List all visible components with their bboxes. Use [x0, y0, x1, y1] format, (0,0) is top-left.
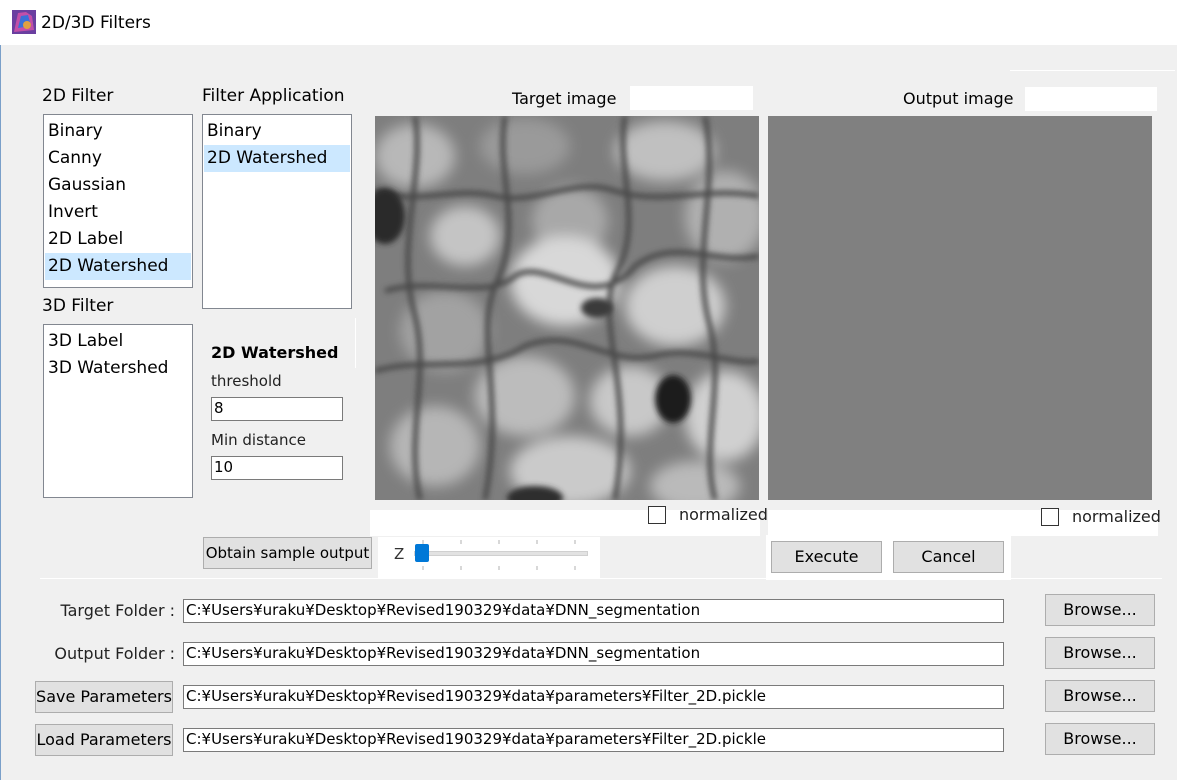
z-slider-thumb[interactable] [415, 544, 429, 562]
z-slider[interactable] [414, 540, 590, 574]
filter-application-label: Filter Application [202, 86, 345, 106]
list-item-selected[interactable]: 2D Watershed [45, 253, 191, 280]
list-item[interactable]: Binary [45, 118, 191, 145]
output-image [768, 116, 1152, 500]
target-normalized-checkbox[interactable] [648, 506, 666, 524]
app-icon [12, 10, 36, 34]
target-folder-label: Target Folder : [60, 601, 175, 620]
save-parameters-button[interactable]: Save Parameters [35, 681, 173, 713]
output-folder-label: Output Folder : [54, 644, 175, 663]
filter-3d-list[interactable]: 3D Label 3D Watershed [43, 324, 193, 498]
target-normalized-label: normalized [679, 505, 768, 524]
z-slider-ticks [422, 540, 576, 570]
obtain-sample-output-button[interactable]: Obtain sample output [203, 537, 372, 569]
output-folder-browse-button[interactable]: Browse... [1045, 637, 1155, 669]
target-image-canvas [375, 116, 759, 500]
output-image-label: Output image [903, 89, 1014, 108]
list-item[interactable]: Invert [45, 199, 191, 226]
section-separator [40, 578, 1162, 579]
filter-3d-label: 3D Filter [42, 296, 114, 316]
target-folder-browse-button[interactable]: Browse... [1045, 594, 1155, 626]
load-parameters-input[interactable]: C:¥Users¥uraku¥Desktop¥Revised190329¥dat… [183, 728, 1004, 752]
list-item[interactable]: 2D Label [45, 226, 191, 253]
list-item[interactable]: 3D Watershed [45, 355, 191, 382]
filter-2d-list[interactable]: Binary Canny Gaussian Invert 2D Label 2D… [43, 114, 193, 288]
title-bar [0, 0, 1177, 45]
list-item[interactable]: Gaussian [45, 172, 191, 199]
list-item-selected[interactable]: 2D Watershed [204, 145, 350, 172]
list-item[interactable]: 3D Label [45, 328, 191, 355]
load-parameters-button[interactable]: Load Parameters [35, 724, 173, 756]
save-parameters-browse-button[interactable]: Browse... [1045, 680, 1155, 712]
output-normalized-checkbox[interactable] [1041, 508, 1059, 526]
threshold-label: threshold [211, 372, 282, 390]
window-border [0, 45, 1, 780]
target-folder-input[interactable]: C:¥Users¥uraku¥Desktop¥Revised190329¥dat… [183, 599, 1004, 623]
params-divider [355, 318, 356, 368]
target-image [375, 116, 759, 500]
target-image-label: Target image [512, 89, 617, 108]
load-parameters-browse-button[interactable]: Browse... [1045, 723, 1155, 755]
target-image-name-box [630, 86, 753, 110]
title-separator [1010, 70, 1175, 71]
execute-button[interactable]: Execute [771, 541, 882, 573]
list-item[interactable]: Binary [204, 118, 350, 145]
list-item[interactable]: Canny [45, 145, 191, 172]
z-slider-label: Z [394, 545, 405, 563]
filter-application-list[interactable]: Binary 2D Watershed [202, 114, 352, 309]
params-title: 2D Watershed [211, 343, 339, 362]
min-distance-input[interactable]: 10 [211, 456, 343, 480]
cancel-button[interactable]: Cancel [893, 541, 1004, 573]
min-distance-label: Min distance [211, 431, 306, 449]
window-title: 2D/3D Filters [41, 13, 151, 33]
save-parameters-input[interactable]: C:¥Users¥uraku¥Desktop¥Revised190329¥dat… [183, 685, 1004, 709]
output-folder-input[interactable]: C:¥Users¥uraku¥Desktop¥Revised190329¥dat… [183, 642, 1004, 666]
output-normalized-label: normalized [1072, 507, 1161, 526]
filter-2d-label: 2D Filter [42, 86, 114, 106]
threshold-input[interactable]: 8 [211, 397, 343, 421]
output-image-name-box [1025, 87, 1157, 111]
